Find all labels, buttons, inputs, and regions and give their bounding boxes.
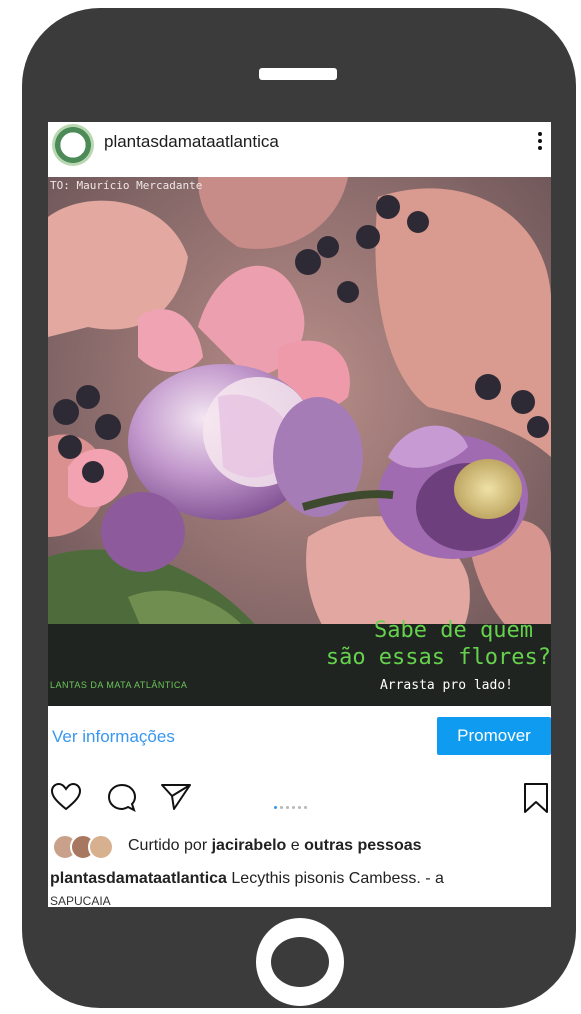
carousel-dots <box>274 796 310 814</box>
carousel-dot <box>304 806 307 809</box>
view-info-link[interactable]: Ver informações <box>52 727 175 747</box>
post-actions <box>48 772 551 816</box>
likes-user[interactable]: jacirabelo <box>212 837 287 854</box>
likes-others[interactable]: outras pessoas <box>304 837 421 854</box>
caption-username[interactable]: plantasdamataatlantica <box>50 870 227 887</box>
likes-text[interactable]: Curtido por jacirabelo e outras pessoas <box>128 837 422 855</box>
carousel-dot <box>280 806 283 809</box>
photo-title-line1: Sabe de quem <box>374 618 533 643</box>
bookmark-icon[interactable] <box>522 782 550 814</box>
instagram-post: plantasdamataatlantica TO: Maurício Merc… <box>48 122 551 907</box>
post-username[interactable]: plantasdamataatlantica <box>104 132 279 152</box>
likes-prefix: Curtido por <box>128 837 208 854</box>
post-caption: plantasdamataatlantica Lecythis pisonis … <box>50 870 444 888</box>
liker-avatar[interactable] <box>88 834 114 860</box>
more-options-icon[interactable] <box>537 132 543 154</box>
carousel-dot <box>298 806 301 809</box>
promotion-bar: Ver informações Promover <box>48 707 551 765</box>
photo-title-line2: são essas flores? <box>325 645 551 670</box>
photo-swipe-hint: Arrasta pro lado! <box>379 678 513 693</box>
photo-brand-text: LANTAS DA MATA ATLÂNTICA <box>50 680 188 690</box>
caption-text: Lecythis pisonis Cambess. - a <box>231 870 444 887</box>
promote-button[interactable]: Promover <box>437 717 551 755</box>
home-button[interactable] <box>256 918 344 1006</box>
likes-connector: e <box>290 837 300 854</box>
post-header: plantasdamataatlantica <box>48 122 551 176</box>
share-icon[interactable] <box>160 782 192 812</box>
home-button-inner <box>271 937 329 987</box>
caption-cut-text: SAPUCAIA <box>50 894 111 907</box>
likes-row: Curtido por jacirabelo e outras pessoas <box>48 834 551 860</box>
comment-icon[interactable] <box>106 782 138 814</box>
carousel-dot <box>292 806 295 809</box>
photo-credit: TO: Maurício Mercadante <box>50 179 203 192</box>
carousel-dot-active <box>274 806 277 809</box>
profile-avatar[interactable] <box>52 124 94 166</box>
heart-icon[interactable] <box>50 782 82 812</box>
carousel-dot <box>286 806 289 809</box>
phone-speaker <box>259 68 337 80</box>
